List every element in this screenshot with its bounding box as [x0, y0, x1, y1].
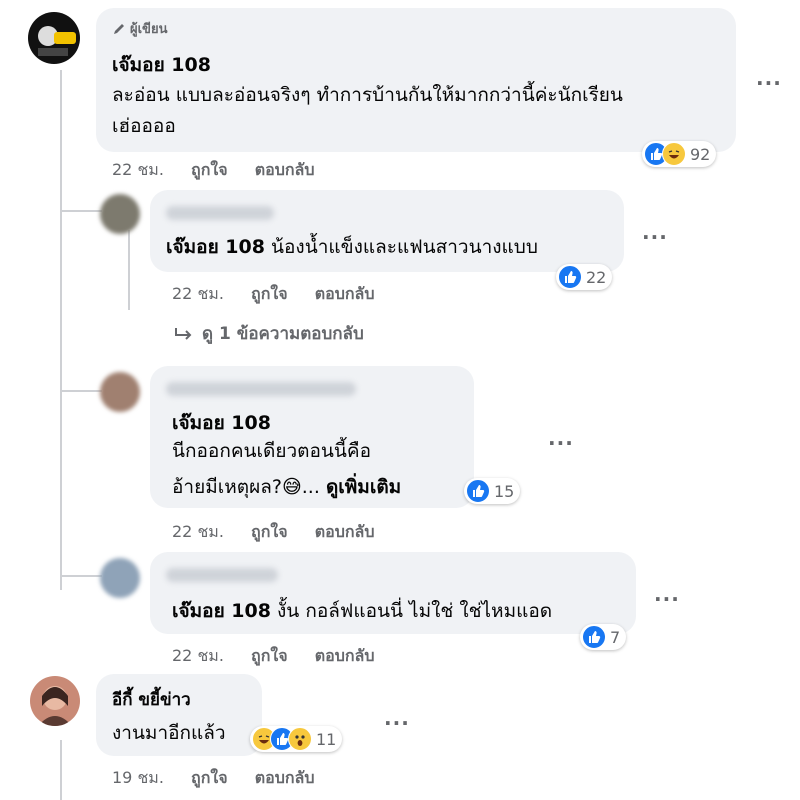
mention-tag[interactable]: เจ๊มอย 108 [172, 600, 271, 622]
avatar[interactable] [100, 558, 140, 598]
mention-tag[interactable]: เจ๊มอย 108 [172, 408, 271, 438]
avatar[interactable] [28, 12, 80, 64]
reaction-summary[interactable]: 22 [556, 264, 613, 290]
comment-text-line2: เฮ่ออออ [112, 115, 176, 137]
comment-time[interactable]: 19 ชม. [112, 768, 164, 787]
reaction-count: 92 [690, 144, 711, 164]
see-more-link[interactable]: ดูเพิ่มเติม [326, 476, 401, 498]
reaction-summary[interactable]: 15 [464, 478, 521, 504]
like-icon [466, 479, 490, 503]
like-button[interactable]: ถูกใจ [251, 284, 288, 303]
thread-sub-line [128, 230, 130, 310]
more-options-icon[interactable]: ... [548, 426, 574, 450]
like-icon [582, 625, 606, 649]
reply-button[interactable]: ตอบกลับ [315, 522, 375, 541]
reply-button[interactable]: ตอบกลับ [255, 160, 315, 179]
thread-connector-2 [60, 390, 102, 392]
pencil-icon [114, 23, 124, 34]
reply-button[interactable]: ตอบกลับ [315, 284, 375, 303]
like-button[interactable]: ถูกใจ [191, 160, 228, 179]
thread-line-bottom [60, 740, 62, 800]
comment-author-name[interactable]: เจ๊มอย 108 [112, 50, 211, 80]
like-icon [558, 265, 582, 289]
like-button[interactable]: ถูกใจ [251, 522, 288, 541]
reaction-count: 15 [494, 481, 515, 501]
more-options-icon[interactable]: ... [756, 66, 782, 90]
reaction-summary[interactable]: 92 [642, 141, 717, 167]
avatar[interactable] [100, 372, 140, 412]
reply-text: น้องน้ำแข็งและแฟนสาวนางแบบ [271, 236, 538, 258]
avatar[interactable] [100, 194, 140, 234]
reply-text-line2: อ้ายมีเหตุผล?😅... [172, 476, 320, 498]
reply-meta: 22 ชม. ถูกใจ ตอบกลับ [172, 282, 397, 307]
comment-meta: 22 ชม. ถูกใจ ตอบกลับ [112, 158, 337, 183]
reaction-summary[interactable]: 11 [250, 726, 343, 752]
more-options-icon[interactable]: ... [384, 706, 410, 730]
wow-icon [288, 727, 312, 751]
reaction-count: 11 [316, 729, 337, 749]
reply-time[interactable]: 22 ชม. [172, 646, 224, 665]
haha-icon [662, 142, 686, 166]
reply-button[interactable]: ตอบกลับ [255, 768, 315, 787]
more-options-icon[interactable]: ... [642, 220, 668, 244]
reply-arrow-icon [175, 327, 192, 340]
author-badge: ผู้เขียน [112, 18, 167, 39]
comment-text-line1: ละอ่อน แบบละอ่อนจริงๆ ทำการบ้านกันให้มาก… [112, 84, 623, 106]
reaction-summary[interactable]: 7 [580, 624, 627, 650]
reaction-count: 22 [586, 267, 607, 287]
view-replies-label: ดู 1 ข้อความตอบกลับ [202, 324, 364, 344]
comment-text: งานมาอีกแล้ว [112, 722, 226, 744]
like-button[interactable]: ถูกใจ [251, 646, 288, 665]
reply-text-line1: นีกออกคนเดียวตอนนี้คือ [172, 440, 371, 462]
reply-button[interactable]: ตอบกลับ [315, 646, 375, 665]
reply-author-blurred [166, 382, 356, 396]
reply-author-blurred [166, 206, 274, 220]
more-options-icon[interactable]: ... [654, 582, 680, 606]
reaction-count: 7 [610, 627, 621, 647]
thread-line-main [60, 70, 62, 590]
view-replies-link[interactable]: ดู 1 ข้อความตอบกลับ [174, 320, 364, 347]
author-badge-label: ผู้เขียน [130, 22, 168, 37]
comment-time[interactable]: 22 ชม. [112, 160, 164, 179]
reply-author-blurred [166, 568, 278, 582]
page-avatar-icon [38, 26, 76, 56]
reply-time[interactable]: 22 ชม. [172, 522, 224, 541]
reply-text-line2-row: อ้ายมีเหตุผล?😅... ดูเพิ่มเติม [172, 472, 401, 503]
user-avatar-icon [38, 686, 72, 726]
like-button[interactable]: ถูกใจ [191, 768, 228, 787]
avatar[interactable] [30, 676, 80, 726]
comment-meta: 19 ชม. ถูกใจ ตอบกลับ [112, 766, 337, 791]
mention-tag[interactable]: เจ๊มอย 108 [166, 236, 265, 258]
reply-text-row: เจ๊มอย 108 งั้น กอล์ฟแอนนี่ ไม่ใช่ ใช่ไห… [172, 596, 552, 626]
thread-connector-3 [60, 575, 102, 577]
reply-meta: 22 ชม. ถูกใจ ตอบกลับ [172, 520, 397, 545]
reply-meta: 22 ชม. ถูกใจ ตอบกลับ [172, 644, 397, 669]
reply-time[interactable]: 22 ชม. [172, 284, 224, 303]
thread-connector-1 [60, 210, 102, 212]
reply-text: งั้น กอล์ฟแอนนี่ ไม่ใช่ ใช่ไหมแอด [277, 600, 553, 622]
comment-author-name[interactable]: อีกี้ ขยี้ข่าว [112, 686, 191, 713]
reply-text-row: เจ๊มอย 108 น้องน้ำแข็งและแฟนสาวนางแบบ [166, 232, 538, 262]
